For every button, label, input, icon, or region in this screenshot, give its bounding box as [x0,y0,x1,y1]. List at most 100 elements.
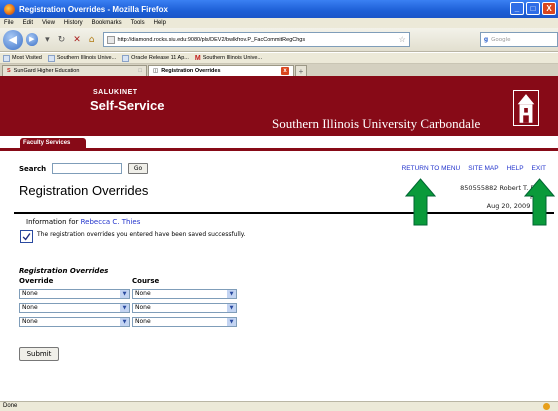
bookmark-siu-1[interactable]: Southern Illinois Unive... [47,54,117,62]
page-icon: □ [138,68,142,74]
override-select[interactable]: None ▼ [19,303,130,313]
course-value: None [135,318,151,325]
search-label: Search [19,165,47,173]
bookmark-star-icon[interactable]: ☆ [399,35,406,44]
bookmarks-toolbar: Most Visited Southern Illinois Unive... … [0,53,558,64]
tab-label: Registration Overrides [161,68,221,74]
info-line: Information for Rebecca C. Thies [26,218,140,226]
menu-edit[interactable]: Edit [23,20,33,26]
tab-strip: S SunGard Higher Education □ ◫ Registrat… [0,64,558,76]
table-header: Override Course [19,277,159,285]
override-value: None [22,304,38,311]
web-search-box[interactable]: g Google [479,32,558,47]
top-links: RETURN TO MENU SITE MAP HELP EXIT [402,165,546,172]
url-bar[interactable]: http://diamond.rocks.siu.edu:9080/pls/DE… [102,32,410,47]
info-prefix: Information for [26,218,81,226]
menu-view[interactable]: View [42,20,55,26]
chevron-down-icon[interactable]: ▼ [227,318,236,326]
help-link[interactable]: HELP [507,165,524,172]
divider [14,212,554,214]
chevron-down-icon[interactable]: ▼ [120,290,129,298]
page-icon [122,54,130,62]
bookmark-label: Oracle Release 11 Ap... [131,55,189,61]
bookmark-most-visited[interactable]: Most Visited [3,54,42,62]
status-text: Done [3,403,18,409]
reload-icon[interactable]: ↻ [58,35,66,45]
table-caption: Registration Overrides [19,267,109,275]
menu-bookmarks[interactable]: Bookmarks [92,20,122,26]
gmail-icon: M [194,54,201,62]
checkmark-icon [20,230,33,243]
course-header: Course [132,277,160,285]
override-select[interactable]: None ▼ [19,289,130,299]
search-input[interactable] [52,163,122,174]
page-title: Registration Overrides [19,183,149,198]
bookmark-label: Southern Illinois Unive... [56,55,117,61]
site-favicon [106,35,115,44]
override-header: Override [19,277,54,285]
return-to-menu-link[interactable]: RETURN TO MENU [402,165,461,172]
tab-registration-overrides[interactable]: ◫ Registration Overrides x [148,65,294,76]
bookmark-label: Most Visited [12,55,42,61]
student-name-link[interactable]: Rebecca C. Thies [81,218,141,226]
bookmark-label: Southern Illinois Unive... [202,55,263,61]
bookmark-oracle[interactable]: Oracle Release 11 Ap... [122,54,189,62]
chevron-down-icon[interactable]: ▼ [227,304,236,312]
submit-button[interactable]: Submit [19,347,59,361]
maximize-button[interactable]: □ [526,2,540,15]
status-bar: Done [0,401,558,411]
firefox-icon [4,3,15,15]
status-icon [543,403,550,410]
menu-history[interactable]: History [64,20,83,26]
web-search-placeholder: Google [491,36,511,43]
success-message: The registration overrides you entered h… [37,231,246,238]
menu-bar: File Edit View History Bookmarks Tools H… [0,18,558,28]
course-select[interactable]: None ▼ [132,317,237,327]
salukinet-logo-text: SALUKINET [93,89,138,96]
navigation-bar: ◀ ▶ ▾ ↻ ✕ ⌂ http://diamond.rocks.siu.edu… [0,28,558,52]
new-tab-button[interactable]: + [295,65,307,76]
course-value: None [135,290,151,297]
window-title: Registration Overrides - Mozilla Firefox [19,4,168,14]
google-icon: g [483,36,489,43]
stop-icon[interactable]: ✕ [73,35,81,45]
close-button[interactable]: X [542,2,556,15]
menu-tools[interactable]: Tools [131,20,145,26]
exit-link[interactable]: EXIT [532,165,546,172]
bookmark-icon [3,54,10,62]
course-select[interactable]: None ▼ [132,289,237,299]
sungard-icon: S [7,68,11,74]
home-icon[interactable]: ⌂ [89,35,95,45]
chevron-down-icon[interactable]: ▼ [227,290,236,298]
university-tower-icon [513,90,539,126]
menu-file[interactable]: File [4,20,14,26]
page-icon [47,54,55,62]
chevron-down-icon[interactable]: ▼ [120,318,129,326]
site-map-link[interactable]: SITE MAP [468,165,498,172]
go-button[interactable]: Go [128,163,148,174]
window-title-bar: Registration Overrides - Mozilla Firefox… [0,0,558,18]
override-value: None [22,318,38,325]
bookmark-siu-2[interactable]: M Southern Illinois Unive... [195,55,262,62]
back-button[interactable]: ◀ [3,29,23,50]
course-value: None [135,304,151,311]
university-name: Southern Illinois University Carbondale [272,116,481,131]
override-select[interactable]: None ▼ [19,317,130,327]
minimize-button[interactable]: _ [510,2,524,15]
dropdown-icon[interactable]: ▾ [45,35,50,45]
tab-sungard[interactable]: S SunGard Higher Education □ [2,65,147,76]
chevron-down-icon[interactable]: ▼ [120,304,129,312]
course-select[interactable]: None ▼ [132,303,237,313]
faculty-bar [0,148,558,151]
tab-label: SunGard Higher Education [13,68,80,74]
url-text: http://diamond.rocks.siu.edu:9080/pls/DE… [117,36,306,43]
menu-help[interactable]: Help [154,20,166,26]
self-service-logo-text: Self-Service [90,98,165,113]
window-controls: _ □ X [510,2,556,15]
green-arrow-up-icon [405,178,436,226]
close-tab-icon[interactable]: x [281,67,289,75]
green-arrow-up-icon [524,178,555,226]
page-icon: ◫ [153,68,159,74]
override-value: None [22,290,38,297]
forward-button[interactable]: ▶ [25,33,39,46]
